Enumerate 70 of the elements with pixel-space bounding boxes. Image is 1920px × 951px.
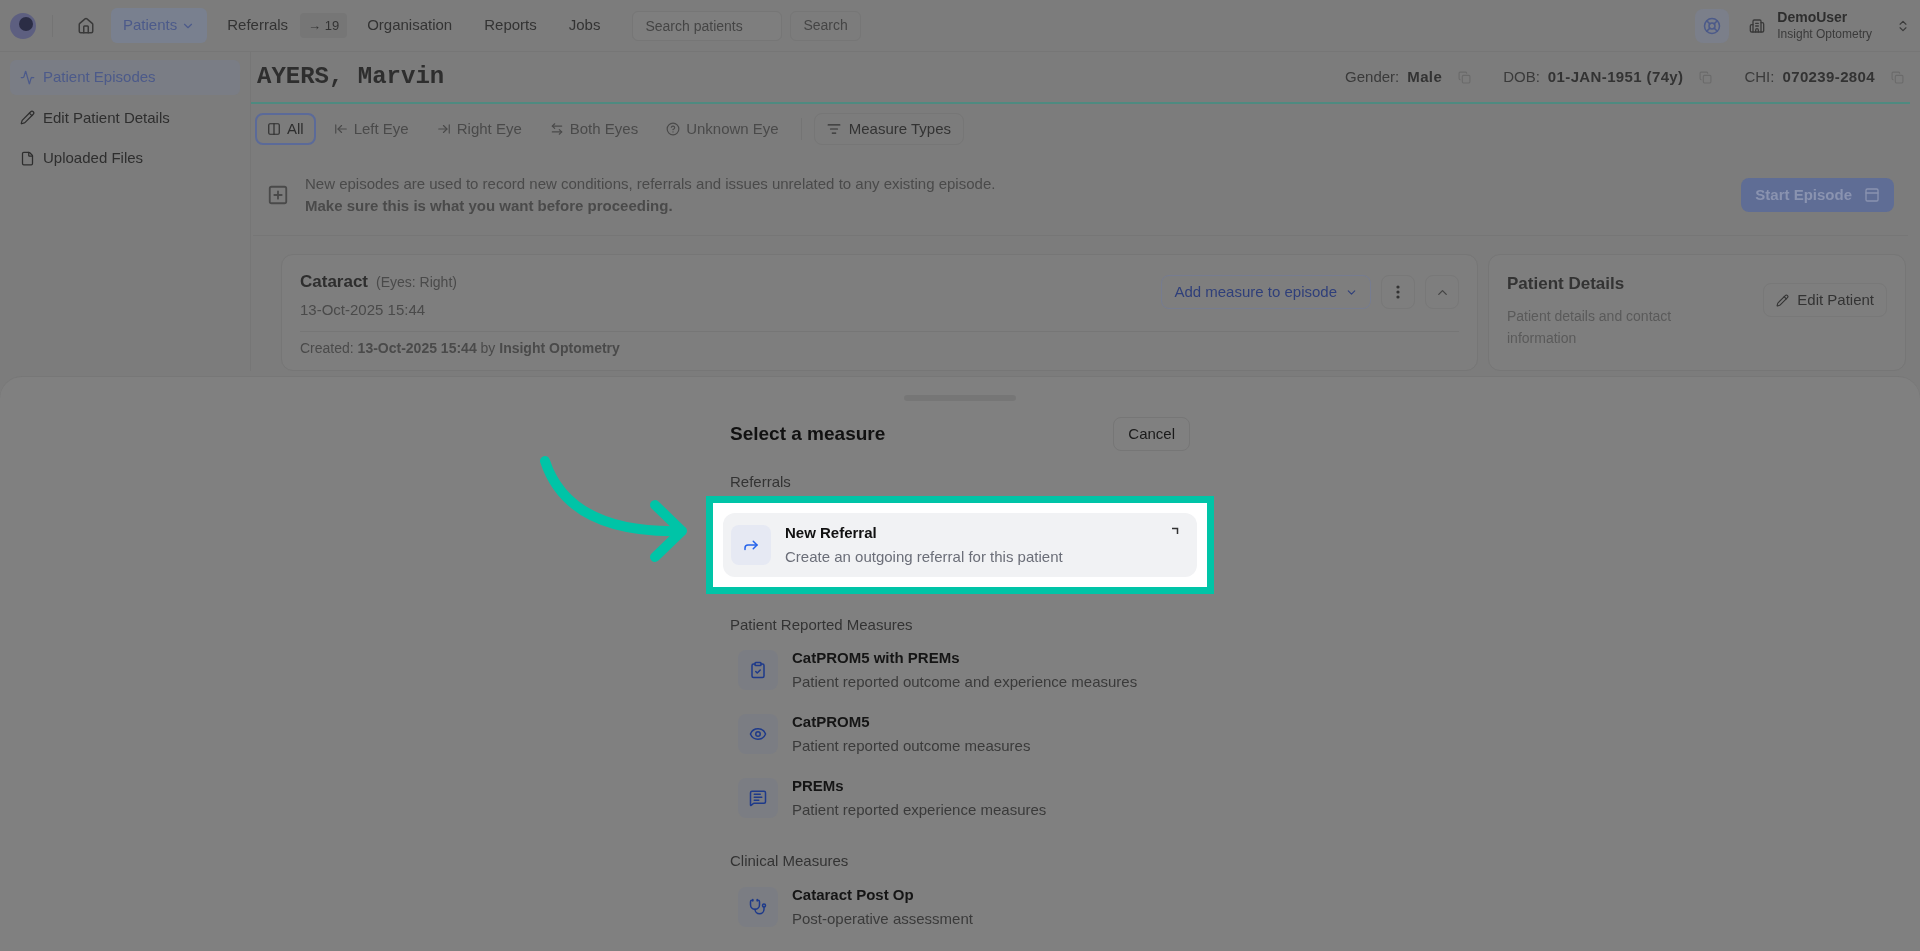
- lifebuoy-icon: [1703, 16, 1722, 35]
- activity-icon: [20, 69, 35, 85]
- nav-tab[interactable]: Organisation: [355, 8, 465, 43]
- sheet-title: Select a measure: [730, 421, 886, 446]
- arrow-right-line-icon: [436, 122, 451, 136]
- measure-option[interactable]: New Referral Create an outgoing referral for this patient: [723, 512, 1197, 577]
- episode-title: Cataract: [300, 271, 369, 293]
- sidebar-item[interactable]: Uploaded Files: [10, 141, 240, 176]
- nav-tab[interactable]: Reports: [472, 8, 549, 43]
- add-square-icon: [267, 184, 289, 206]
- clipboard-check-icon: [749, 661, 767, 679]
- field-label: Gender:: [1345, 66, 1400, 87]
- edit-patient-button[interactable]: Edit Patient: [1763, 283, 1887, 317]
- sidebar-item[interactable]: Edit Patient Details: [10, 100, 240, 135]
- arrow-left-line-icon: [333, 122, 348, 136]
- filter-tab[interactable]: All: [255, 113, 316, 145]
- add-measure-button[interactable]: Add measure to episode: [1161, 275, 1371, 309]
- pencil-icon: [20, 110, 35, 126]
- pencil-icon: [1776, 293, 1790, 307]
- columns-icon: [267, 122, 281, 136]
- nav-tab[interactable]: Referrals: [215, 8, 301, 43]
- measure-option[interactable]: PREMs Patient reported experience measures: [730, 766, 1190, 830]
- building-icon: [1749, 17, 1766, 34]
- eye-icon: [749, 725, 767, 743]
- measure-option[interactable]: Cataract Post Op Post-operative assessment: [730, 874, 1190, 939]
- option-title: Cataract Post Op: [792, 884, 915, 905]
- section-heading: Clinical Measures: [730, 851, 850, 871]
- more-button[interactable]: [1381, 275, 1415, 309]
- section-heading: Patient Reported Measures: [730, 614, 914, 635]
- logo-icon[interactable]: [10, 12, 36, 39]
- filter-icon: [826, 122, 841, 136]
- search-field[interactable]: Search patients: [632, 10, 783, 41]
- corner-icon: [1171, 526, 1179, 535]
- arrows-icon: [549, 122, 564, 136]
- support-button[interactable]: [1695, 8, 1730, 43]
- option-description: Patient reported outcome and experience measures: [792, 672, 1138, 692]
- option-description: Patient reported outcome measures: [792, 736, 1031, 756]
- measure-option[interactable]: CatPROM5 Patient reported outcome measures: [730, 702, 1190, 766]
- collapse-button[interactable]: [1425, 275, 1459, 309]
- section-heading: Referrals: [730, 472, 792, 492]
- option-title: CatPROM5: [792, 712, 871, 732]
- message-icon: [749, 789, 767, 807]
- field-value: 01-JAN-1951 (74y): [1547, 66, 1684, 87]
- measure-types-button[interactable]: Measure Types: [813, 113, 964, 145]
- count-badge: → 19: [300, 12, 348, 39]
- more-icon: [1396, 285, 1400, 299]
- question-circle-icon: [666, 122, 681, 136]
- user-menu[interactable]: DemoUser Insight Optometry: [1749, 9, 1910, 42]
- field-value: 070239-2804: [1782, 66, 1875, 87]
- field-label: DOB:: [1503, 66, 1540, 87]
- panel-icon: [1864, 187, 1880, 203]
- cancel-button[interactable]: Cancel: [1113, 417, 1190, 451]
- file-icon: [20, 150, 35, 166]
- search-button[interactable]: Search: [790, 10, 861, 41]
- home-icon[interactable]: [77, 16, 95, 35]
- measure-option[interactable]: CatPROM5 with PREMs Patient reported outcome and experience measures: [730, 638, 1190, 702]
- option-title: CatPROM5 with PREMs: [792, 648, 961, 668]
- field-value: Male: [1407, 66, 1443, 87]
- option-description: Post-operative assessment: [792, 908, 973, 929]
- option-title: PREMs: [792, 776, 845, 796]
- user-name: DemoUser: [1777, 9, 1849, 27]
- patient-name: AYERS, Marvin: [257, 62, 445, 92]
- option-title: New Referral: [785, 522, 878, 543]
- organisation-name: Insight Optometry: [1777, 26, 1872, 42]
- card-title: Patient Details: [1507, 273, 1626, 295]
- option-description: Patient reported experience measures: [792, 800, 1047, 820]
- stethoscope-icon: [749, 897, 767, 916]
- field-label: CHI:: [1744, 66, 1775, 87]
- nav-tab[interactable]: Jobs: [556, 8, 613, 43]
- option-description: Create an outgoing referral for this patient: [785, 546, 1063, 567]
